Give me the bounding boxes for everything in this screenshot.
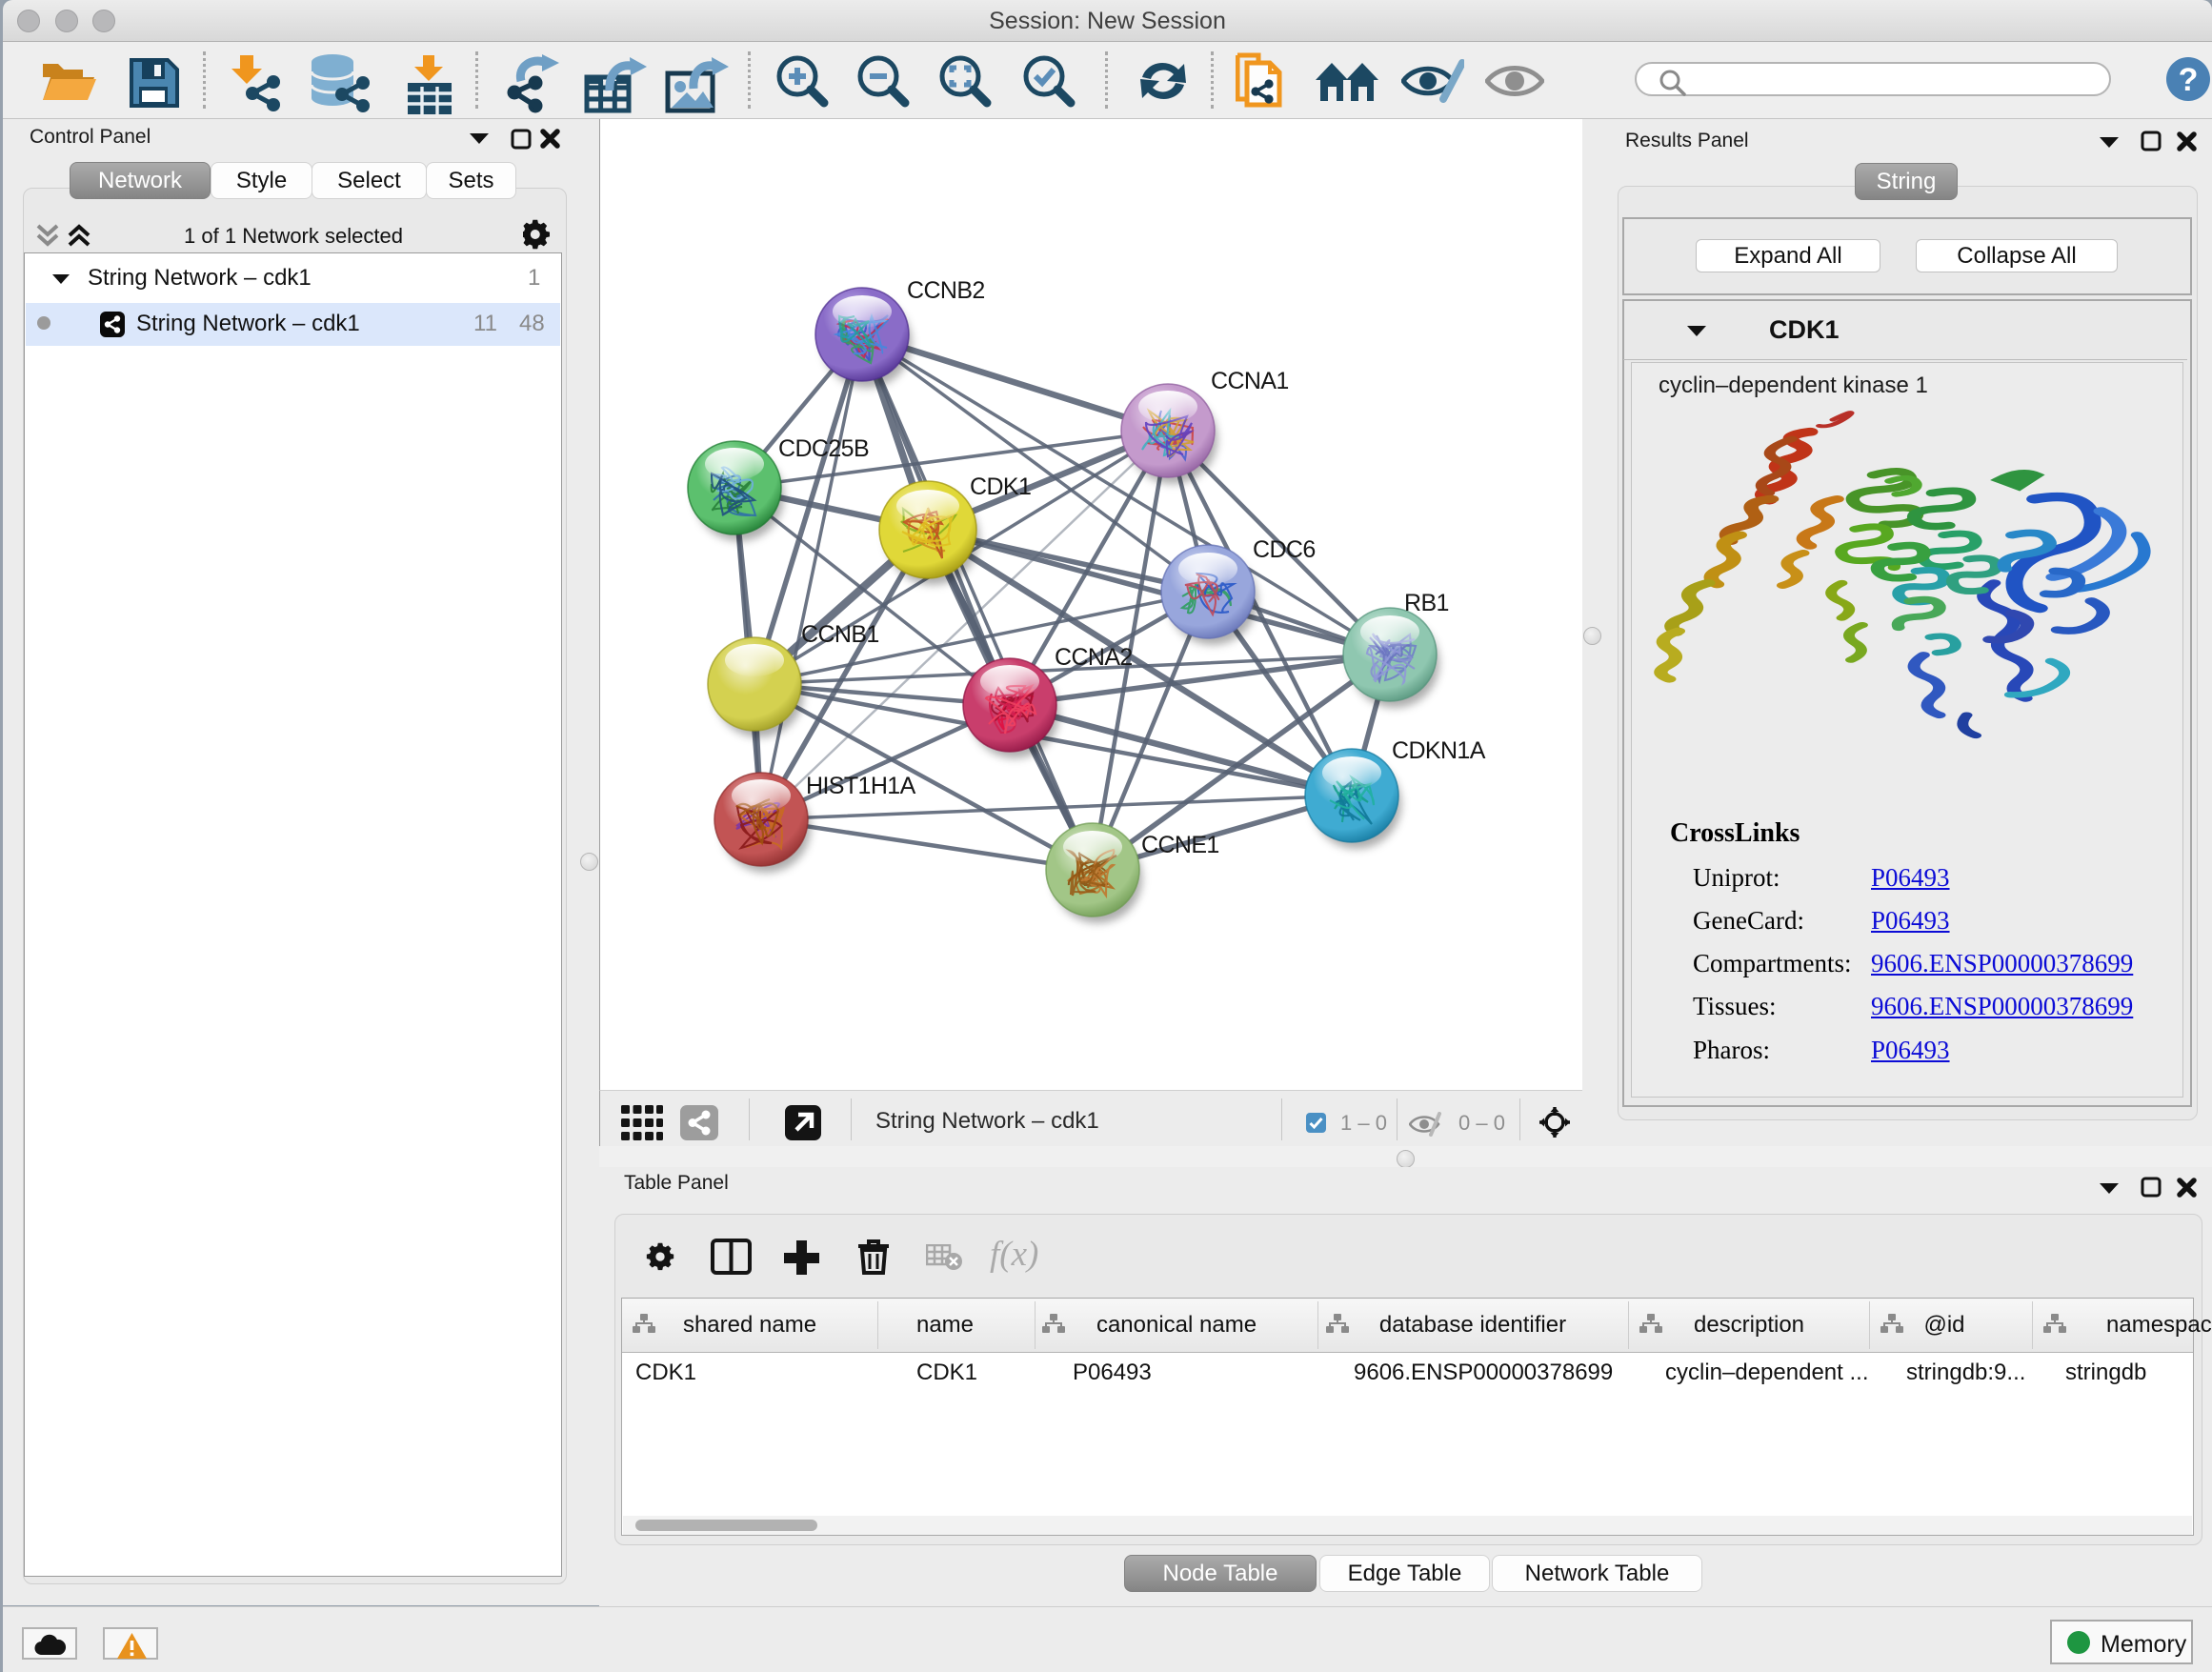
svg-text:CCNB2: CCNB2 [907, 277, 985, 304]
svg-text:CCNA1: CCNA1 [1211, 368, 1289, 394]
svg-text:CDK1: CDK1 [970, 473, 1031, 500]
svg-text:CCNE1: CCNE1 [1141, 832, 1219, 858]
svg-text:CDC6: CDC6 [1253, 536, 1316, 563]
svg-text:CDKN1A: CDKN1A [1392, 737, 1486, 764]
svg-text:RB1: RB1 [1404, 590, 1449, 616]
svg-text:HIST1H1A: HIST1H1A [806, 773, 916, 799]
svg-text:CCNB1: CCNB1 [801, 621, 879, 648]
svg-text:CDC25B: CDC25B [778, 435, 869, 462]
svg-text:?: ? [2179, 62, 2199, 98]
svg-text:CCNA2: CCNA2 [1055, 644, 1133, 671]
